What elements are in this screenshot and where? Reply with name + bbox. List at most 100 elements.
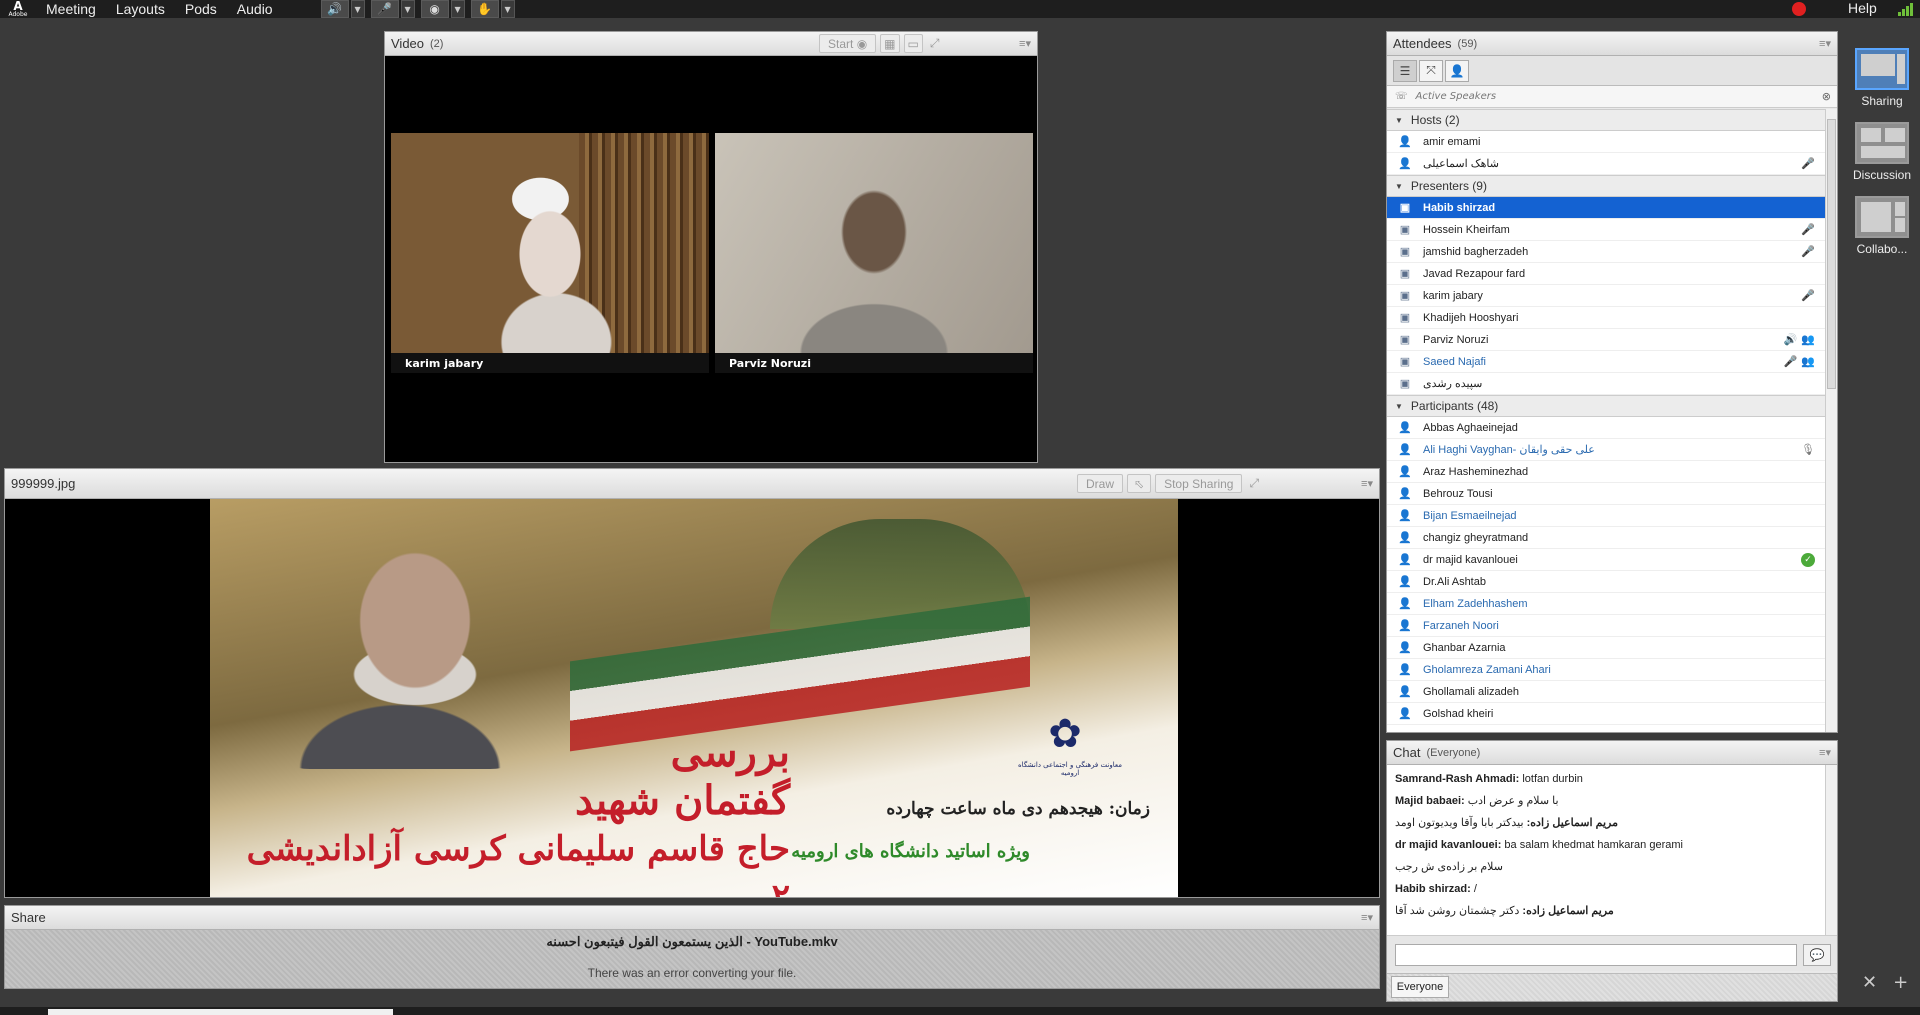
chat-text: lotfan durbin [1519, 773, 1583, 785]
attendee-row[interactable]: ▣ Parviz Noruzi 🔊 👥 [1387, 329, 1825, 351]
menu-pods[interactable]: Pods [175, 1, 227, 17]
attendee-row[interactable]: 👤 شاهک اسماعیلی 🎤 [1387, 153, 1825, 175]
attendee-row[interactable]: 👤 Farzaneh Noori [1387, 615, 1825, 637]
adobe-logo: A Adobe [8, 0, 28, 18]
attendee-row[interactable]: ▣ Habib shirzad [1387, 197, 1825, 219]
close-icon[interactable]: ⊗ [1822, 90, 1831, 103]
attendee-group-header[interactable]: ▼ Hosts (2) [1387, 109, 1825, 131]
collapse-icon[interactable]: ▼ [1395, 116, 1403, 125]
pod-menu-icon[interactable]: ≡▾ [1819, 746, 1831, 759]
fullscreen-icon[interactable]: ⤢ [1246, 474, 1262, 493]
mic-icon[interactable]: 🎤 [370, 0, 399, 18]
attendee-row[interactable]: ▣ Hossein Kheirfam 🎤 [1387, 219, 1825, 241]
presenter-icon: ▣ [1399, 268, 1411, 280]
attendee-row[interactable]: 👤 Ghanbar Azarnia [1387, 637, 1825, 659]
video-feed[interactable]: karim jabary [391, 133, 709, 373]
attendee-row[interactable]: 👤 Dr.Ali Ashtab [1387, 571, 1825, 593]
attendee-name: Golshad kheiri [1423, 707, 1494, 720]
record-indicator-icon[interactable] [1792, 2, 1806, 16]
attendee-row[interactable]: ▣ Khadijeh Hooshyari [1387, 307, 1825, 329]
status-dropdown[interactable]: ▼ [500, 0, 515, 18]
layout-thumbnail [1855, 122, 1909, 164]
status-view-icon[interactable]: 👤 [1445, 59, 1469, 82]
collapse-icon[interactable]: ▼ [1395, 402, 1403, 411]
attendee-row[interactable]: ▣ Javad Rezapour fard [1387, 263, 1825, 285]
grid-view-icon[interactable]: ▦ [880, 34, 900, 53]
chat-input[interactable] [1395, 944, 1797, 966]
menu-audio[interactable]: Audio [227, 1, 283, 17]
mic-off-icon: 🎤 [1783, 356, 1798, 368]
host-icon: 👤 [1398, 136, 1412, 148]
attendees-pod: Attendees (59) ≡▾ ☰ ⤧ 👤 ☏ Active Speaker… [1386, 31, 1838, 733]
attendee-row[interactable]: ▣ سپیده رشدی [1387, 373, 1825, 395]
menu-meeting[interactable]: Meeting [36, 1, 106, 17]
pod-menu-icon[interactable]: ≡▾ [1361, 477, 1373, 490]
raise-hand-icon[interactable]: ✋ [470, 0, 499, 18]
attendee-row[interactable]: ▣ Saeed Najafi 🎤 👥 [1387, 351, 1825, 373]
webcam-dropdown[interactable]: ▼ [450, 0, 465, 18]
attendee-name: Abbas Aghaeinejad [1423, 421, 1518, 434]
attendee-row[interactable]: 👤 amir emami [1387, 131, 1825, 153]
people-icon: 👥 [1801, 356, 1815, 368]
chat-text: بیدکتر بابا وآقا ویدیوتون اومد [1395, 817, 1527, 829]
attendee-row[interactable]: 👤 Ghollamali alizadeh [1387, 681, 1825, 703]
menu-layouts[interactable]: Layouts [106, 1, 175, 17]
pointer-icon[interactable]: ⬁ [1127, 474, 1152, 493]
collapse-icon[interactable]: ▼ [1395, 182, 1403, 191]
host-icon: 👤 [1398, 158, 1412, 170]
mic-dropdown[interactable]: ▼ [400, 0, 415, 18]
speaker-dropdown[interactable]: ▼ [350, 0, 365, 18]
attendee-row[interactable]: 👤 changiz gheyratmand [1387, 527, 1825, 549]
start-webcam-button[interactable]: Start ◉ [819, 34, 877, 53]
attendee-row[interactable]: 👤 Ali Haghi Vayghan- علی حقی وایقان 🎙 [1387, 439, 1825, 461]
attendee-row[interactable]: ▣ jamshid bagherzadeh 🎤 [1387, 241, 1825, 263]
tab-everyone[interactable]: Everyone [1391, 976, 1449, 998]
layout-collaboration[interactable]: Collabo... [1852, 196, 1912, 256]
people-icon: 👥 [1801, 334, 1815, 346]
mic-off-icon: 🎤 [1801, 224, 1815, 236]
attendee-row[interactable]: 👤 dr majid kavanlouei ✓ [1387, 549, 1825, 571]
breakout-view-icon[interactable]: ⤧ [1419, 59, 1443, 82]
layouts-rail: Sharing Discussion Collabo... ✕ + [1844, 22, 1920, 1015]
video-feed[interactable]: Parviz Noruzi [715, 133, 1033, 373]
help-menu[interactable]: Help [1848, 0, 1877, 16]
speaker-icon[interactable]: 🔊 [320, 0, 349, 18]
attendee-row[interactable]: 👤 Gholamreza Zamani Ahari [1387, 659, 1825, 681]
attendee-row[interactable]: 👤 Araz Hasheminezhad [1387, 461, 1825, 483]
stop-sharing-button[interactable]: Stop Sharing [1155, 474, 1243, 493]
list-view-icon[interactable]: ☰ [1393, 59, 1417, 82]
status-bar [0, 1007, 1920, 1015]
draw-button[interactable]: Draw [1077, 474, 1124, 493]
attendee-row[interactable]: 👤 Golshad kheiri [1387, 703, 1825, 725]
attendee-row[interactable]: 👤 Behrouz Tousi [1387, 483, 1825, 505]
attendee-group-header[interactable]: ▼ Presenters (9) [1387, 175, 1825, 197]
webcam-icon[interactable]: ◉ [420, 0, 449, 18]
video-pod-header: Video (2) Start ◉ ▦ ▭ ⤢ ≡▾ [385, 32, 1037, 56]
attendee-status: 🎙 [1801, 443, 1815, 456]
chat-scrollbar[interactable] [1825, 765, 1837, 935]
pod-menu-icon[interactable]: ≡▾ [1819, 37, 1831, 50]
attendee-row[interactable]: 👤 Bijan Esmaeilnejad [1387, 505, 1825, 527]
chat-title: Chat [1393, 745, 1421, 760]
chat-pod-header: Chat (Everyone) ≡▾ [1387, 741, 1837, 765]
layout-sharing[interactable]: Sharing [1852, 48, 1912, 108]
pod-menu-icon[interactable]: ≡▾ [1019, 37, 1031, 50]
attendee-name: سپیده رشدی [1423, 378, 1483, 390]
attendee-list-scrollbar[interactable] [1825, 109, 1837, 732]
attendee-group-header[interactable]: ▼ Participants (48) [1387, 395, 1825, 417]
chat-message: سلام بر زاده‌ی ش رجب [1395, 859, 1817, 881]
attendee-row[interactable]: 👤 Abbas Aghaeinejad [1387, 417, 1825, 439]
attendee-row[interactable]: ▣ karim jabary 🎤 [1387, 285, 1825, 307]
attendee-row[interactable]: 👤 Elham Zadehhashem [1387, 593, 1825, 615]
filmstrip-view-icon[interactable]: ▭ [903, 34, 923, 53]
close-layout-icon[interactable]: ✕ [1862, 972, 1877, 993]
layout-discussion[interactable]: Discussion [1852, 122, 1912, 182]
attendee-name: karim jabary [1423, 289, 1483, 302]
send-message-icon[interactable]: 💬 [1803, 944, 1831, 966]
pod-menu-icon[interactable]: ≡▾ [1361, 911, 1373, 924]
mic-off-icon: 🎤 [1801, 290, 1815, 302]
add-layout-icon[interactable]: + [1893, 972, 1908, 993]
attendee-name: Ghollamali alizadeh [1423, 685, 1519, 698]
presenter-icon: ▣ [1399, 246, 1411, 258]
fullscreen-icon[interactable]: ⤢ [927, 34, 943, 53]
